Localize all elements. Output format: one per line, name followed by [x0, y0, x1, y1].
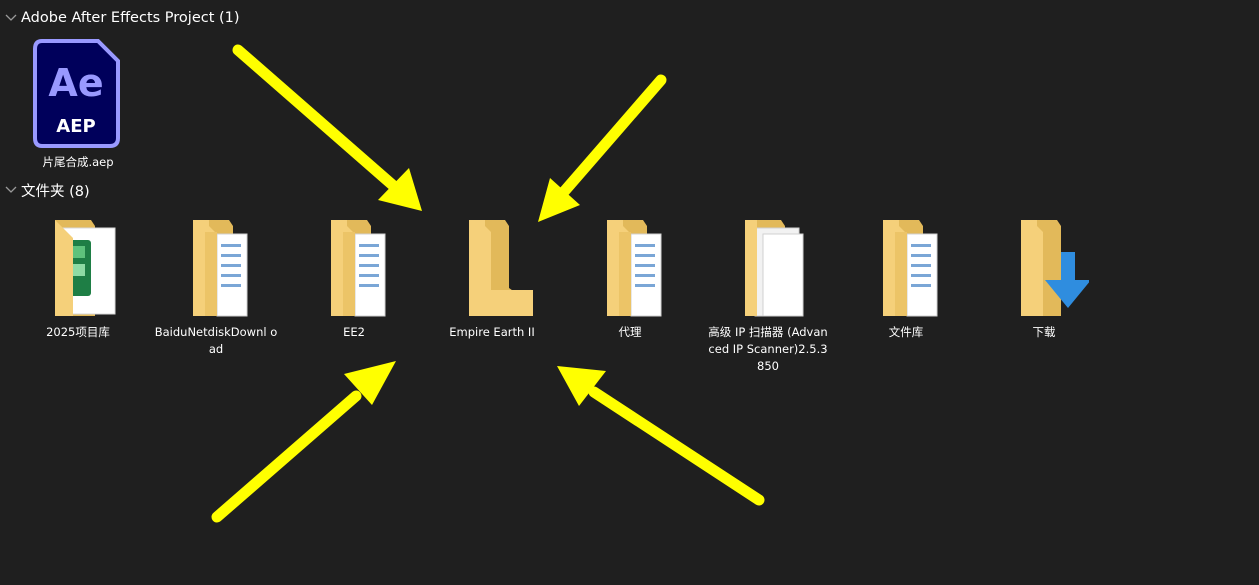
folder-item[interactable]: Empire Earth II	[430, 218, 554, 341]
file-item-aep[interactable]: Ae AEP 片尾合成.aep	[16, 38, 140, 171]
arrowhead-top-left	[378, 168, 422, 211]
empty-folder-icon	[469, 220, 533, 316]
group-header-folders[interactable]: 文件夹 (8)	[4, 180, 90, 200]
folder-with-documents-icon	[883, 220, 938, 317]
arrowhead-top-right	[538, 178, 580, 222]
group-title: 文件夹 (8)	[21, 183, 90, 200]
folder-with-blank-pages-icon	[745, 220, 804, 317]
folder-name: BaiduNetdiskDownl oad	[154, 325, 278, 356]
group-title: Adobe After Effects Project (1)	[21, 10, 240, 26]
downloads-folder-icon	[1021, 220, 1089, 316]
chevron-down-icon[interactable]	[4, 11, 18, 25]
folder-with-spreadsheet-icon	[55, 220, 116, 316]
annotation-arrow-bottom-left	[211, 390, 362, 523]
folder-item[interactable]: 高级 IP 扫描器 (Advanced IP Scanner)2.5.3850	[706, 218, 830, 375]
chevron-down-icon[interactable]	[4, 183, 18, 197]
folder-name: 文件库	[888, 325, 924, 339]
svg-text:Ae: Ae	[48, 61, 103, 105]
group-header-ae-project[interactable]: Adobe After Effects Project (1)	[4, 8, 240, 28]
folder-name: 代理	[618, 325, 642, 339]
folder-with-documents-icon	[193, 220, 248, 317]
folder-item[interactable]: 2025项目库	[16, 218, 140, 341]
folder-name: 下载	[1032, 325, 1056, 339]
folder-item[interactable]: EE2	[292, 218, 416, 341]
after-effects-file-icon: Ae AEP	[33, 39, 120, 148]
file-explorer-content: Adobe After Effects Project (1) Ae AEP 片…	[0, 0, 1259, 585]
folder-item[interactable]: 下载	[982, 218, 1106, 341]
folder-item[interactable]: BaiduNetdiskDownl oad	[154, 218, 278, 358]
annotation-arrow-bottom-right	[588, 386, 765, 506]
svg-text:AEP: AEP	[56, 116, 95, 137]
folder-name: Empire Earth II	[449, 325, 535, 339]
annotation-arrow-top-left	[232, 44, 402, 194]
file-name: 片尾合成.aep	[42, 155, 114, 169]
folder-item[interactable]: 文件库	[844, 218, 968, 341]
folder-with-documents-icon	[331, 220, 386, 317]
arrowhead-bottom-left	[344, 361, 396, 405]
arrowhead-bottom-right	[557, 366, 606, 406]
folder-name: 高级 IP 扫描器 (Advanced IP Scanner)2.5.3850	[708, 325, 828, 373]
folder-name: EE2	[343, 325, 365, 339]
folder-item[interactable]: 代理	[568, 218, 692, 341]
folder-name: 2025项目库	[46, 325, 110, 339]
folder-with-documents-icon	[607, 220, 662, 317]
annotation-arrow-top-right	[556, 74, 667, 200]
